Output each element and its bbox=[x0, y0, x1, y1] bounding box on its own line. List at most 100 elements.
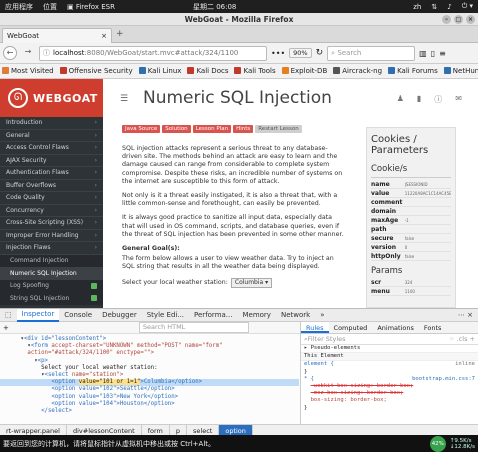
user-icon[interactable]: ♟ bbox=[397, 94, 404, 105]
star-rule[interactable]: * {bootstrap.min.css:7 bbox=[301, 376, 478, 383]
page-actions-icon[interactable]: ••• bbox=[271, 49, 285, 58]
sidebar-category[interactable]: AJAX Security › bbox=[0, 155, 103, 167]
markup-line[interactable]: Select your local weather station: bbox=[0, 365, 299, 372]
bookmark-item[interactable]: NetHunter bbox=[443, 67, 478, 75]
devtools-tab[interactable]: Memory bbox=[237, 309, 275, 322]
about-icon[interactable]: ⓘ bbox=[434, 94, 442, 105]
lesson-button[interactable]: Solution bbox=[162, 125, 191, 133]
css-prop[interactable]: box-sizing: border-box; bbox=[301, 397, 478, 404]
bookmark-item[interactable]: Offensive Security bbox=[59, 67, 133, 75]
add-node-icon[interactable]: + bbox=[3, 324, 9, 332]
markup-line[interactable]: <option value="102">Seattle</option> bbox=[0, 386, 299, 393]
devtools-tab[interactable]: Network bbox=[276, 309, 315, 322]
cookie-row: httpOnly false bbox=[371, 252, 451, 261]
markup-edited-value[interactable]: value="101 or 1=1" bbox=[78, 379, 141, 386]
reload-icon[interactable]: ↻ bbox=[316, 48, 324, 58]
markup-line[interactable]: ▾<p> bbox=[0, 358, 299, 365]
bookmark-item[interactable]: Most Visited bbox=[2, 67, 54, 75]
sidebar-lesson-item[interactable]: Numeric SQL Injection bbox=[0, 267, 103, 280]
language-indicator[interactable]: zh bbox=[408, 3, 426, 11]
sidebar-lesson-item[interactable]: Command Injection bbox=[0, 254, 103, 267]
devtools-tab[interactable]: Debugger bbox=[97, 309, 142, 322]
rules-tab[interactable]: Computed bbox=[329, 322, 373, 333]
minimize-button[interactable]: – bbox=[442, 15, 451, 24]
volume-icon[interactable]: ♪ bbox=[442, 3, 456, 11]
bookmark-item[interactable]: Aircrack-ng bbox=[333, 67, 382, 75]
bookmark-item[interactable]: Kali Forums bbox=[388, 67, 438, 75]
devtools-tab[interactable]: Performa... bbox=[189, 309, 237, 322]
zoom-indicator[interactable]: 90% bbox=[289, 48, 312, 58]
markup-view[interactable]: ▾<div id="lessonContent"> ▾<form accept-… bbox=[0, 334, 299, 424]
markup-line-selected[interactable]: <option value="101 or 1=1">Columbia</opt… bbox=[0, 379, 299, 387]
webgoat-logo[interactable]: ᘏ WEBGOAT bbox=[0, 79, 103, 117]
rules-tab[interactable]: Fonts bbox=[419, 322, 447, 333]
lesson-button[interactable]: Lesson Plan bbox=[192, 125, 232, 133]
markup-line[interactable]: ▾<select name="station"> bbox=[0, 372, 299, 379]
network-icon[interactable]: ⇅ bbox=[426, 3, 442, 11]
sidebar-category[interactable]: Cross-Site Scripting (XSS) › bbox=[0, 217, 103, 230]
filter-styles-input[interactable]: ⌕ Filter Styles ⁘ .cls + bbox=[301, 334, 478, 345]
hamburger-menu-icon[interactable]: ☰ bbox=[120, 94, 128, 104]
pseudo-elements-toggle[interactable]: ▸ Pseudo-elements bbox=[301, 345, 478, 352]
markup-line[interactable]: ▾<div id="lessonContent"> bbox=[0, 336, 299, 343]
contact-icon[interactable]: ✉ bbox=[455, 94, 462, 105]
devtools-close-icon[interactable]: ⋯ × bbox=[453, 309, 478, 322]
station-select[interactable]: Columbia ▾ bbox=[230, 277, 273, 288]
library-icon[interactable]: ▥ bbox=[419, 49, 427, 58]
sidebar-category[interactable]: Introduction › bbox=[0, 117, 103, 130]
info-icon[interactable]: ⓘ bbox=[43, 48, 50, 58]
stylesheet-source-link[interactable]: bootstrap.min.css:7 bbox=[412, 376, 475, 383]
devtools-tab[interactable]: Style Edi... bbox=[142, 309, 189, 322]
pick-element-icon[interactable]: ⬚ bbox=[0, 309, 17, 322]
markup-line[interactable]: </select> bbox=[0, 408, 299, 415]
sidebar-category[interactable]: Injection Flaws › bbox=[0, 242, 103, 255]
places-menu[interactable]: 位置 bbox=[38, 2, 62, 12]
applications-menu[interactable]: 应用程序 bbox=[0, 2, 38, 12]
search-bar[interactable]: ⌕ Search bbox=[327, 45, 416, 61]
bookmark-item[interactable]: Kali Tools bbox=[234, 67, 276, 75]
rules-tab[interactable]: Rules bbox=[301, 322, 329, 333]
close-window-button[interactable]: × bbox=[466, 15, 475, 24]
sidebar-category[interactable]: Access Control Flaws › bbox=[0, 142, 103, 155]
lesson-button[interactable]: Java Source bbox=[122, 125, 161, 133]
clock[interactable]: 星期二 06:08 bbox=[188, 2, 241, 12]
new-tab-button[interactable]: + bbox=[116, 29, 124, 39]
css-prop[interactable]: -webkit-box-sizing: border-box; bbox=[301, 383, 478, 390]
close-tab-icon[interactable]: × bbox=[101, 32, 107, 40]
maximize-button[interactable]: □ bbox=[454, 15, 463, 24]
rules-tab[interactable]: Animations bbox=[372, 322, 419, 333]
devtools-tab[interactable]: Console bbox=[59, 309, 97, 322]
element-rule[interactable]: element {inline bbox=[301, 361, 478, 368]
bookmark-item[interactable]: Kali Docs bbox=[187, 67, 228, 75]
bookmark-item[interactable]: Kali Linux bbox=[138, 67, 181, 75]
power-icon[interactable]: ⏻ ▾ bbox=[457, 2, 478, 11]
menu-icon[interactable]: ≡ bbox=[439, 49, 446, 58]
markup-line[interactable]: action="#attack/324/1100" enctype=""> bbox=[0, 350, 299, 357]
sidebar-category[interactable]: Concurrency › bbox=[0, 205, 103, 217]
forward-button[interactable]: → bbox=[21, 46, 35, 60]
report-card-icon[interactable]: ▮ bbox=[417, 94, 421, 105]
pseudo-class-toggle[interactable]: ⁘ .cls + bbox=[449, 334, 475, 344]
sidebar-lesson-item[interactable]: Log Spoofing bbox=[0, 279, 103, 292]
lesson-button[interactable]: Restart Lesson bbox=[255, 125, 302, 133]
css-prop[interactable]: -moz-box-sizing: border-box; bbox=[301, 390, 478, 397]
lesson-button[interactable]: Hints bbox=[233, 125, 254, 133]
bookmark-item[interactable]: Exploit-DB bbox=[281, 67, 327, 75]
url-bar[interactable]: ⓘ localhost:8080/WebGoat/start.mvc#attac… bbox=[39, 45, 267, 61]
markup-line[interactable]: <option value="103">New York</option> bbox=[0, 394, 299, 401]
markup-line[interactable]: ▾<form accept-charset="UNKNOWN" method="… bbox=[0, 343, 299, 350]
firefox-app-menu[interactable]: ▣ Firefox ESR bbox=[62, 3, 120, 11]
markup-line[interactable]: <option value="104">Houston</option> bbox=[0, 401, 299, 408]
sidebar-category[interactable]: Improper Error Handling › bbox=[0, 230, 103, 242]
sidebar-category[interactable]: Buffer Overflows › bbox=[0, 180, 103, 192]
browser-tab[interactable]: WebGoat × bbox=[2, 28, 112, 43]
sidebar-category[interactable]: General › bbox=[0, 130, 103, 142]
search-html-input[interactable]: Search HTML bbox=[138, 322, 249, 333]
sidebar-toggle-icon[interactable]: ▯ bbox=[431, 49, 435, 58]
devtools-tab[interactable]: Inspector bbox=[16, 308, 60, 322]
sidebar-category[interactable]: Authentication Flaws › bbox=[0, 167, 103, 180]
back-button[interactable]: ← bbox=[3, 46, 17, 60]
sidebar-lesson-item[interactable]: String SQL Injection bbox=[0, 292, 103, 305]
sidebar-category[interactable]: Code Quality › bbox=[0, 192, 103, 205]
devtools-more-icon[interactable]: » bbox=[315, 309, 329, 322]
